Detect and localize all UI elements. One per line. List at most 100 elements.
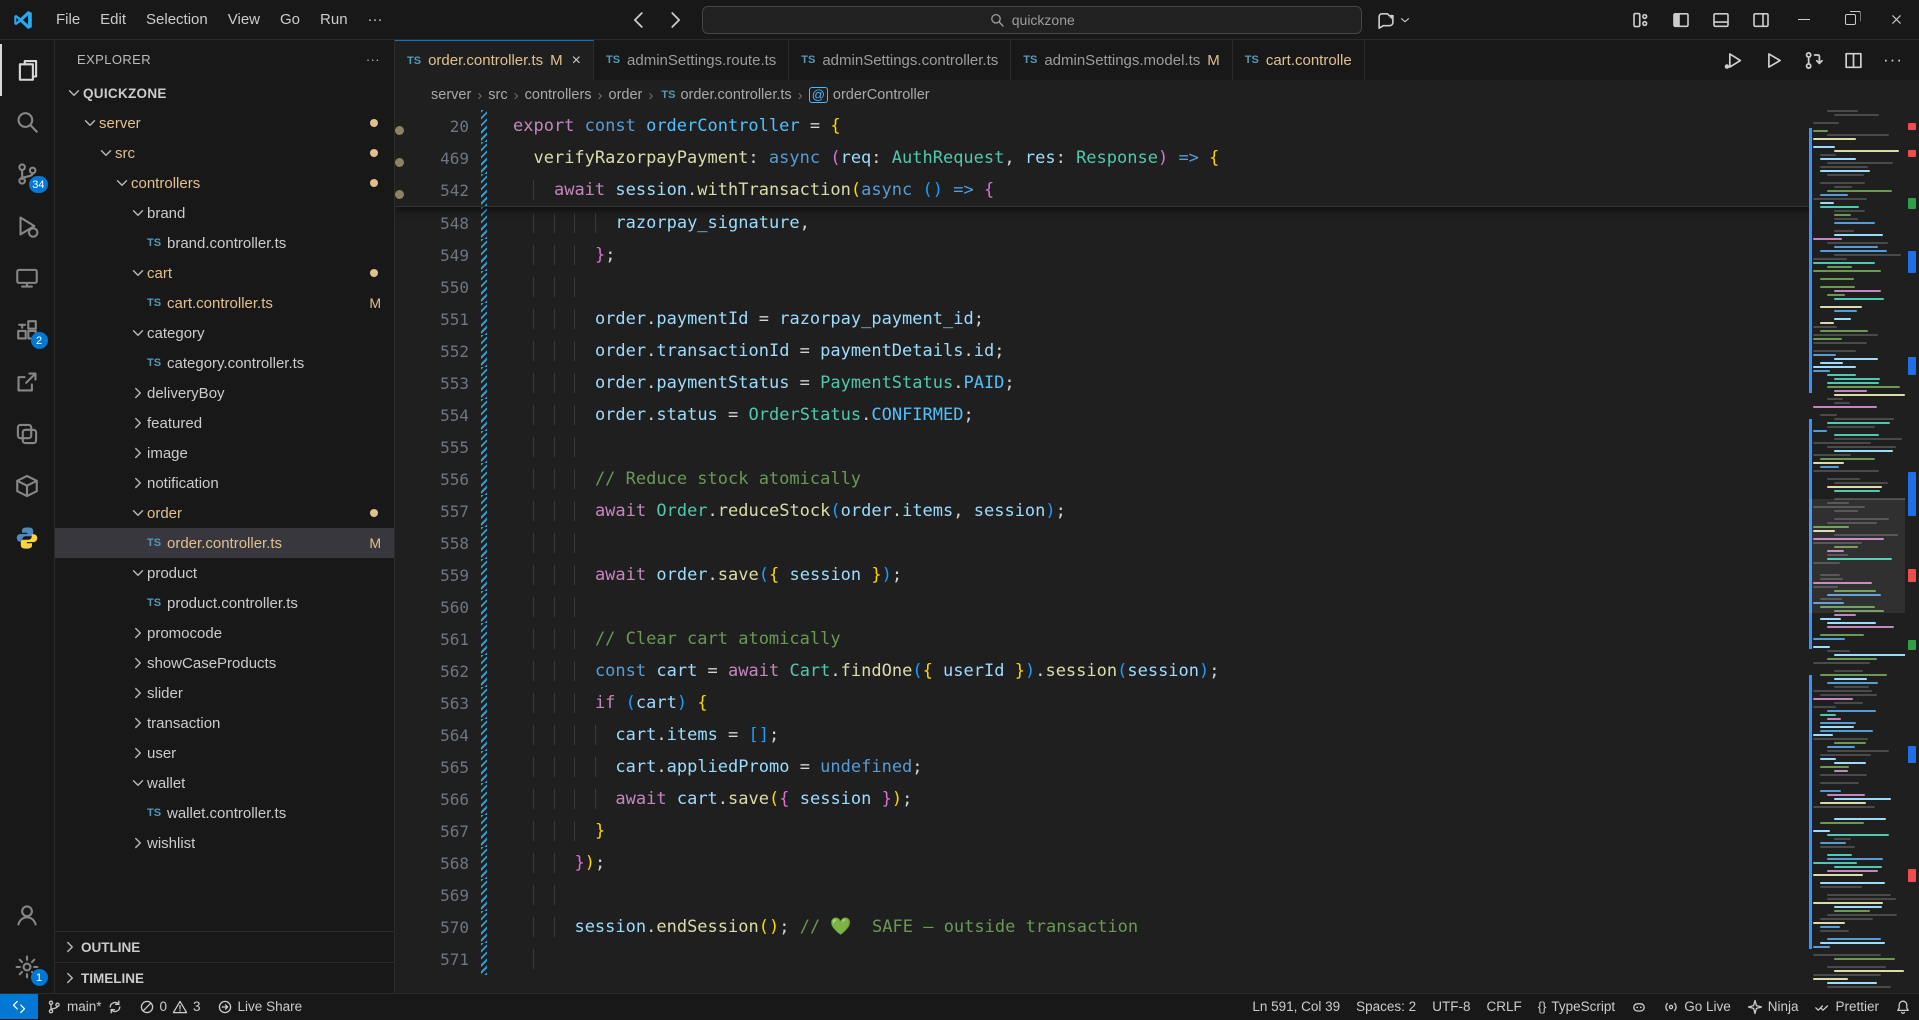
status-indentation[interactable]: Spaces: 2 xyxy=(1348,994,1424,1019)
menu-view[interactable]: View xyxy=(218,6,270,33)
restore-button[interactable] xyxy=(1827,0,1873,40)
activity-chat[interactable] xyxy=(0,408,55,460)
line-number[interactable]: 552 xyxy=(429,342,481,361)
tree-item-cart-controller-ts[interactable]: TScart.controller.tsM xyxy=(55,288,394,318)
tab-adminsettings-route-ts[interactable]: TS adminSettings.route.ts xyxy=(594,40,789,80)
tree-item-product[interactable]: product xyxy=(55,558,394,588)
tree-item-category-controller-ts[interactable]: TScategory.controller.ts xyxy=(55,348,394,378)
section-outline[interactable]: OUTLINE xyxy=(55,931,394,962)
tree-item-deliveryboy[interactable]: deliveryBoy xyxy=(55,378,394,408)
customize-layout-icon[interactable] xyxy=(1631,10,1651,30)
split-editor-icon[interactable] xyxy=(1843,50,1864,71)
line-number[interactable]: 567 xyxy=(429,822,481,841)
status-go-live[interactable]: Go Live xyxy=(1655,994,1739,1019)
breadcrumb-order-controller-ts[interactable]: TSorder.controller.ts xyxy=(659,87,791,103)
more-actions-icon[interactable]: ··· xyxy=(1883,50,1903,70)
line-number[interactable]: 566 xyxy=(429,790,481,809)
line-number[interactable]: 570 xyxy=(429,918,481,937)
line-number[interactable]: 569 xyxy=(429,886,481,905)
code-line-558[interactable]: 558 xyxy=(395,527,1919,559)
code-line-565[interactable]: 565 cart.appliedPromo = undefined; xyxy=(395,751,1919,783)
code-line-562[interactable]: 562 const cart = await Cart.findOne({ us… xyxy=(395,655,1919,687)
code-line-549[interactable]: 549 }; xyxy=(395,239,1919,271)
tree-item-server[interactable]: server xyxy=(55,108,394,138)
tab-adminsettings-controller-ts[interactable]: TS adminSettings.controller.ts xyxy=(789,40,1011,80)
activity-accounts[interactable] xyxy=(0,889,55,941)
line-number[interactable]: 548 xyxy=(429,214,481,233)
code-line-560[interactable]: 560 xyxy=(395,591,1919,623)
code-line-568[interactable]: 568 }); xyxy=(395,847,1919,879)
toggle-panel-icon[interactable] xyxy=(1711,10,1731,30)
breadcrumb-src[interactable]: src xyxy=(488,87,507,103)
line-number[interactable]: 551 xyxy=(429,310,481,329)
line-number[interactable]: 558 xyxy=(429,534,481,553)
menu-edit[interactable]: Edit xyxy=(90,6,136,33)
line-number[interactable]: 554 xyxy=(429,406,481,425)
activity-run-and-debug[interactable] xyxy=(0,200,55,252)
forward-arrow-icon[interactable] xyxy=(664,9,686,31)
code-line-570[interactable]: 570 session.endSession(); // 💚 SAFE — ou… xyxy=(395,911,1919,943)
activity-python[interactable] xyxy=(0,512,55,564)
status-eol[interactable]: CRLF xyxy=(1478,994,1529,1019)
status-notifications[interactable] xyxy=(1887,994,1919,1019)
status-git-branch[interactable]: main* xyxy=(38,994,131,1019)
status-problems[interactable]: 03 xyxy=(131,994,209,1019)
code-line-561[interactable]: 561 // Clear cart atomically xyxy=(395,623,1919,655)
section-timeline[interactable]: TIMELINE xyxy=(55,962,394,993)
code-line-563[interactable]: 563 if (cart) { xyxy=(395,687,1919,719)
explorer-more-icon[interactable]: ··· xyxy=(366,52,380,67)
code-line-554[interactable]: 554 order.status = OrderStatus.CONFIRMED… xyxy=(395,399,1919,431)
code-line-566[interactable]: 566 await cart.save({ session }); xyxy=(395,783,1919,815)
status-remote[interactable] xyxy=(0,994,38,1019)
back-arrow-icon[interactable] xyxy=(628,9,650,31)
line-number[interactable]: 571 xyxy=(429,950,481,969)
tree-item-slider[interactable]: slider xyxy=(55,678,394,708)
status-encoding[interactable]: UTF-8 xyxy=(1424,994,1478,1019)
line-number[interactable]: 550 xyxy=(429,278,481,297)
minimize-button[interactable] xyxy=(1781,0,1827,40)
tree-item-order-controller-ts[interactable]: TSorder.controller.tsM xyxy=(55,528,394,558)
close-tab-icon[interactable]: × xyxy=(572,52,581,70)
code-line-569[interactable]: 569 xyxy=(395,879,1919,911)
menu-go[interactable]: Go xyxy=(270,6,310,33)
status-live-share[interactable]: Live Share xyxy=(209,994,311,1019)
open-changes-icon[interactable] xyxy=(1803,50,1824,71)
tab-adminsettings-model-ts[interactable]: TS adminSettings.model.ts M xyxy=(1011,40,1232,80)
activity-extensions[interactable]: 2 xyxy=(0,304,55,356)
tree-item-cart[interactable]: cart xyxy=(55,258,394,288)
tree-item-brand-controller-ts[interactable]: TSbrand.controller.ts xyxy=(55,228,394,258)
tree-item-notification[interactable]: notification xyxy=(55,468,394,498)
code-line-551[interactable]: 551 order.paymentId = razorpay_payment_i… xyxy=(395,303,1919,335)
line-number[interactable]: 561 xyxy=(429,630,481,649)
run-or-debug-icon[interactable] xyxy=(1723,50,1744,71)
activity-live-share[interactable] xyxy=(0,356,55,408)
breadcrumb-ordercontroller[interactable]: @orderController xyxy=(809,87,930,103)
code-line-552[interactable]: 552 order.transactionId = paymentDetails… xyxy=(395,335,1919,367)
code-line-469[interactable]: 469 verifyRazorpayPayment: async (req: A… xyxy=(395,142,1919,174)
activity-search[interactable] xyxy=(0,96,55,148)
tree-item-quickzone[interactable]: QUICKZONE xyxy=(55,78,394,108)
tab-order-controller-ts[interactable]: TS order.controller.ts M × xyxy=(395,40,594,80)
menu-run[interactable]: Run xyxy=(310,6,358,33)
line-number[interactable]: 469 xyxy=(429,149,481,168)
activity-explorer[interactable] xyxy=(0,44,55,96)
overview-ruler[interactable] xyxy=(1905,110,1919,993)
status-prettier[interactable]: Prettier xyxy=(1806,994,1887,1019)
tree-item-wallet-controller-ts[interactable]: TSwallet.controller.ts xyxy=(55,798,394,828)
run-icon[interactable] xyxy=(1763,50,1784,71)
code-line-20[interactable]: 20 export const orderController = { xyxy=(395,110,1919,142)
activity-settings[interactable]: 1 xyxy=(0,941,55,993)
menu-more[interactable]: ··· xyxy=(358,6,393,33)
tree-item-product-controller-ts[interactable]: TSproduct.controller.ts xyxy=(55,588,394,618)
status-cursor-position[interactable]: Ln 591, Col 39 xyxy=(1244,994,1348,1019)
status-console-ninja[interactable]: Ninja xyxy=(1739,994,1807,1019)
breadcrumb-server[interactable]: server xyxy=(431,87,471,103)
code-line-564[interactable]: 564 cart.items = []; xyxy=(395,719,1919,751)
tree-item-brand[interactable]: brand xyxy=(55,198,394,228)
activity-remote-explorer[interactable] xyxy=(0,252,55,304)
tree-item-promocode[interactable]: promocode xyxy=(55,618,394,648)
menu-file[interactable]: File xyxy=(46,6,90,33)
code-line-567[interactable]: 567 } xyxy=(395,815,1919,847)
tree-item-image[interactable]: image xyxy=(55,438,394,468)
line-number[interactable]: 549 xyxy=(429,246,481,265)
